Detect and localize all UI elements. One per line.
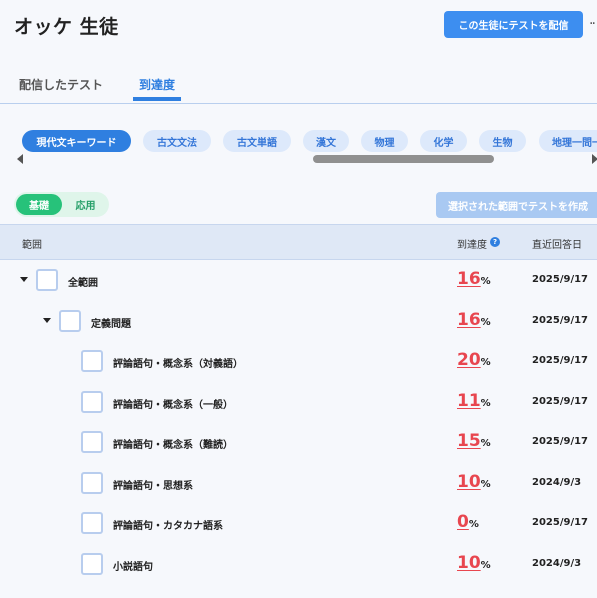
subject-pill-geography[interactable]: 地理一問一	[539, 130, 597, 152]
student-name: オッケ 生徒	[14, 16, 119, 38]
achievement-percent[interactable]: 10%	[457, 472, 491, 492]
deliver-test-button[interactable]: この生徒にテストを配信	[444, 11, 583, 38]
table-row: 評論語句・思想系 10% 2024/9/3	[0, 463, 597, 503]
row-checkbox[interactable]	[59, 310, 81, 332]
row-label: 評論語句・思想系	[113, 481, 193, 492]
tab-delivered-tests[interactable]: 配信したテスト	[19, 76, 103, 93]
row-checkbox[interactable]	[81, 350, 103, 372]
create-test-from-selection-button[interactable]: 選択された範囲でテストを作成	[436, 192, 597, 218]
table-row: 評論語句・概念系（一般） 11% 2025/9/17	[0, 382, 597, 422]
row-label: 評論語句・概念系（難読）	[113, 440, 233, 451]
subject-pill-physics[interactable]: 物理	[361, 130, 408, 152]
row-label: 評論語句・概念系（一般）	[113, 400, 233, 411]
table-row: 小説語句 10% 2024/9/3	[0, 544, 597, 584]
caret-down-icon[interactable]	[43, 318, 51, 323]
row-label: 評論語句・概念系（対義語）	[113, 359, 243, 370]
ellipsis-icon[interactable]: ··	[589, 16, 596, 32]
last-answer-date: 2025/9/17	[532, 274, 589, 285]
row-label: 評論語句・カタカナ語系	[113, 521, 223, 532]
last-answer-date: 2025/9/17	[532, 517, 589, 528]
column-header-achievement: 到達度	[457, 240, 487, 251]
subject-pill-biology[interactable]: 生物	[479, 130, 526, 152]
scroll-left-arrow-icon[interactable]	[17, 154, 23, 164]
last-answer-date: 2025/9/17	[532, 315, 589, 326]
last-answer-date: 2024/9/3	[532, 558, 582, 569]
last-answer-date: 2025/9/17	[532, 436, 589, 447]
level-toggle[interactable]: 基礎 応用	[14, 192, 109, 217]
table-row: 評論語句・概念系（対義語） 20% 2025/9/17	[0, 341, 597, 381]
active-tab-indicator	[133, 97, 181, 101]
achievement-percent[interactable]: 16%	[457, 269, 491, 289]
table-row: 全範囲 16% 2025/9/17	[0, 260, 597, 300]
row-label: 小説語句	[113, 562, 153, 573]
subject-pill-modern-keyword[interactable]: 現代文キーワード	[22, 130, 131, 152]
subject-pill-kobun-words[interactable]: 古文単語	[223, 130, 291, 152]
last-answer-date: 2025/9/17	[532, 355, 589, 366]
row-checkbox[interactable]	[81, 431, 103, 453]
scroll-right-arrow-icon[interactable]	[592, 154, 597, 164]
column-header-range: 範囲	[22, 240, 42, 251]
tab-divider	[0, 103, 597, 104]
row-checkbox[interactable]	[81, 553, 103, 575]
achievement-percent[interactable]: 11%	[457, 391, 491, 411]
achievement-percent[interactable]: 0%	[457, 512, 479, 532]
row-checkbox[interactable]	[81, 512, 103, 534]
achievement-percent[interactable]: 16%	[457, 310, 491, 330]
row-label: 全範囲	[68, 278, 98, 289]
table-row: 評論語句・概念系（難読） 15% 2025/9/17	[0, 422, 597, 462]
row-checkbox[interactable]	[36, 269, 58, 291]
row-label: 定義問題	[91, 319, 131, 330]
subject-pill-chemistry[interactable]: 化学	[420, 130, 467, 152]
tab-achievement[interactable]: 到達度	[139, 76, 175, 93]
question-circle-icon[interactable]: ?	[490, 237, 500, 247]
table-row: 評論語句・カタカナ語系 0% 2025/9/17	[0, 503, 597, 543]
level-option-advanced[interactable]: 応用	[64, 194, 107, 215]
achievement-percent[interactable]: 15%	[457, 431, 491, 451]
last-answer-date: 2024/9/3	[532, 477, 582, 488]
horizontal-scrollbar-thumb[interactable]	[313, 155, 494, 163]
level-option-basic[interactable]: 基礎	[16, 194, 62, 215]
table-row: 定義問題 16% 2025/9/17	[0, 301, 597, 341]
column-header-last-answer: 直近回答日	[532, 240, 582, 251]
subject-pill-kobun-grammar[interactable]: 古文文法	[143, 130, 211, 152]
row-checkbox[interactable]	[81, 472, 103, 494]
table-header	[0, 224, 597, 260]
last-answer-date: 2025/9/17	[532, 396, 589, 407]
subject-pill-kanbun[interactable]: 漢文	[303, 130, 349, 152]
achievement-percent[interactable]: 10%	[457, 553, 491, 573]
achievement-percent[interactable]: 20%	[457, 350, 491, 370]
caret-down-icon[interactable]	[20, 277, 28, 282]
row-checkbox[interactable]	[81, 391, 103, 413]
